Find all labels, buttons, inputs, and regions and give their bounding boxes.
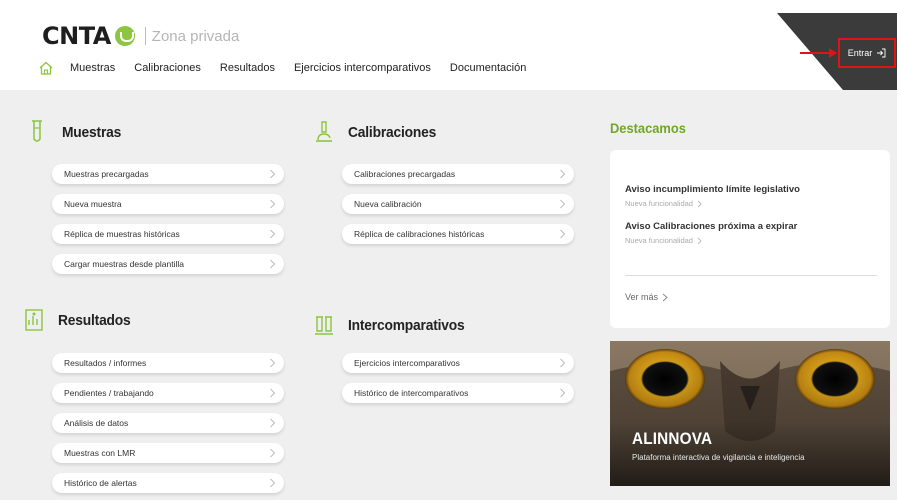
chevron-right-icon — [270, 388, 276, 398]
chevron-right-icon — [560, 229, 566, 239]
destacamos-card: Aviso incumplimiento límite legislativo … — [610, 150, 890, 328]
chevron-right-icon — [270, 418, 276, 428]
banner-title: ALINNOVA — [632, 429, 713, 448]
news-title-1[interactable]: Aviso incumplimiento límite legislativo — [625, 184, 800, 195]
section-muestras-header: Muestras — [28, 120, 126, 144]
ver-mas-link[interactable]: Ver más — [625, 292, 668, 302]
section-resultados-title: Resultados — [58, 311, 131, 329]
menu-label: Muestras con LMR — [64, 448, 136, 458]
menu-resultados-informes[interactable]: Resultados / informes — [52, 353, 284, 373]
nav-calibraciones[interactable]: Calibraciones — [134, 62, 201, 74]
login-button[interactable]: Entrar — [838, 38, 896, 68]
menu-label: Histórico de intercomparativos — [354, 388, 469, 398]
news-sub-2[interactable]: Nueva funcionalidad — [625, 236, 702, 245]
menu-replica-calibraciones-historicas[interactable]: Réplica de calibraciones históricas — [342, 224, 574, 244]
menu-analisis-datos[interactable]: Análisis de datos — [52, 413, 284, 433]
menu-label: Cargar muestras desde plantilla — [64, 259, 185, 269]
chevron-right-icon — [270, 169, 276, 179]
menu-pendientes-trabajando[interactable]: Pendientes / trabajando — [52, 383, 284, 403]
chevron-right-icon — [560, 199, 566, 209]
menu-cargar-muestras-plantilla[interactable]: Cargar muestras desde plantilla — [52, 254, 284, 274]
home-icon[interactable] — [38, 60, 54, 76]
chevron-right-icon — [270, 478, 276, 488]
chevron-right-icon — [560, 169, 566, 179]
menu-label: Réplica de calibraciones históricas — [354, 229, 485, 239]
menu-historico-alertas[interactable]: Histórico de alertas — [52, 473, 284, 493]
menu-label: Réplica de muestras históricas — [64, 229, 180, 239]
menu-label: Nueva calibración — [354, 199, 422, 209]
login-label: Entrar — [847, 48, 873, 58]
nav-ejercicios-intercomparativos[interactable]: Ejercicios intercomparativos — [294, 62, 431, 74]
menu-ejercicios-intercomparativos[interactable]: Ejercicios intercomparativos — [342, 353, 574, 373]
menu-label: Calibraciones precargadas — [354, 169, 456, 179]
news-sub-label: Nueva funcionalidad — [625, 236, 693, 245]
menu-label: Ejercicios intercomparativos — [354, 358, 460, 368]
section-intercomparativos-title: Intercomparativos — [348, 316, 465, 334]
banner-subtitle: Plataforma interactiva de vigilancia e i… — [632, 453, 805, 462]
menu-nueva-calibracion[interactable]: Nueva calibración — [342, 194, 574, 214]
section-calibraciones-title: Calibraciones — [348, 123, 437, 141]
test-tube-icon — [32, 120, 42, 142]
section-muestras-title: Muestras — [62, 123, 122, 141]
login-icon — [877, 48, 886, 58]
section-calibraciones-header: Calibraciones — [314, 120, 444, 144]
chevron-right-icon — [270, 259, 276, 269]
chevron-right-icon — [560, 358, 566, 368]
chevron-right-icon — [270, 229, 276, 239]
menu-label: Resultados / informes — [64, 358, 147, 368]
menu-label: Histórico de alertas — [64, 478, 137, 488]
section-intercomparativos-header: Intercomparativos — [314, 313, 475, 337]
logo-mark-icon — [114, 26, 135, 46]
top-header: CNTA Zona privada Muestras Calibraciones… — [0, 0, 897, 90]
destacamos-divider — [625, 275, 877, 276]
chevron-right-icon — [697, 200, 702, 207]
destacamos-title: Destacamos — [610, 120, 686, 136]
logo-divider — [144, 27, 146, 45]
menu-calibraciones-precargadas[interactable]: Calibraciones precargadas — [342, 164, 574, 184]
annotation-arrow-head — [829, 48, 837, 58]
chevron-right-icon — [697, 237, 702, 244]
news-title-2[interactable]: Aviso Calibraciones próxima a expirar — [625, 221, 797, 232]
chevron-right-icon — [662, 293, 668, 301]
alinnova-banner[interactable]: ALINNOVA Plataforma interactiva de vigil… — [610, 341, 890, 486]
logo[interactable]: CNTA Zona privada — [42, 22, 239, 50]
menu-muestras-precargadas[interactable]: Muestras precargadas — [52, 164, 284, 184]
nav-documentacion[interactable]: Documentación — [450, 62, 526, 74]
menu-nueva-muestra[interactable]: Nueva muestra — [52, 194, 284, 214]
menu-label: Análisis de datos — [64, 418, 129, 428]
menu-muestras-lmr[interactable]: Muestras con LMR — [52, 443, 284, 463]
menu-label: Nueva muestra — [64, 199, 122, 209]
main-nav: Muestras Calibraciones Resultados Ejerci… — [38, 60, 545, 76]
menu-label: Pendientes / trabajando — [64, 388, 154, 398]
lab-flasks-icon — [315, 316, 333, 335]
logo-text: CNTA — [42, 22, 111, 50]
news-sub-label: Nueva funcionalidad — [625, 199, 693, 208]
chevron-right-icon — [560, 388, 566, 398]
zone-label: Zona privada — [151, 27, 240, 45]
chevron-right-icon — [270, 358, 276, 368]
menu-historico-intercomparativos[interactable]: Histórico de intercomparativos — [342, 383, 574, 403]
owl-image — [610, 341, 890, 486]
section-resultados-header: Resultados — [24, 308, 137, 332]
nav-resultados[interactable]: Resultados — [220, 62, 275, 74]
menu-label: Muestras precargadas — [64, 169, 149, 179]
chevron-right-icon — [270, 448, 276, 458]
ver-mas-label: Ver más — [625, 292, 659, 302]
menu-replica-muestras-historicas[interactable]: Réplica de muestras históricas — [52, 224, 284, 244]
clipboard-chart-icon — [25, 309, 43, 331]
microscope-icon — [316, 121, 332, 142]
chevron-right-icon — [270, 199, 276, 209]
news-sub-1[interactable]: Nueva funcionalidad — [625, 199, 702, 208]
nav-muestras[interactable]: Muestras — [70, 62, 115, 74]
